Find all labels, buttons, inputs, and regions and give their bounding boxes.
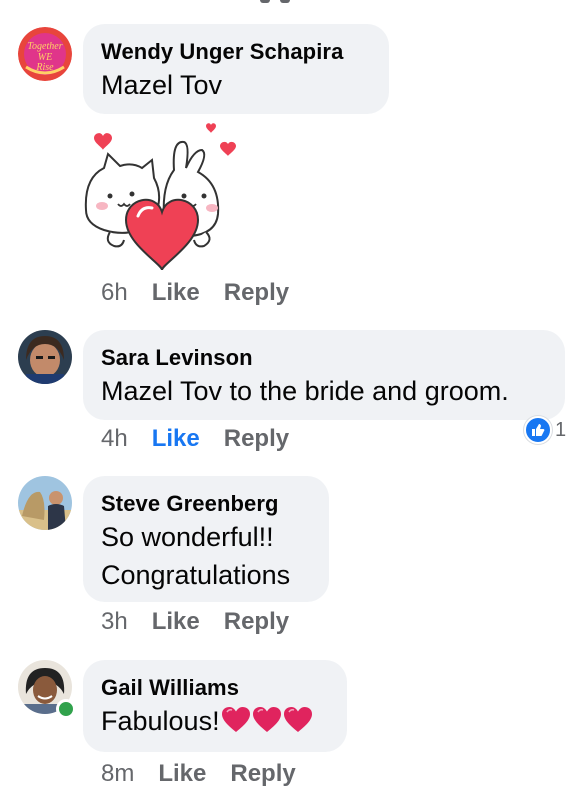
comment-text: Fabulous! (101, 702, 329, 740)
reaction-count: 1 (555, 418, 567, 441)
cat-and-bunny-sticker-icon[interactable] (80, 120, 240, 271)
comment-time[interactable]: 4h (101, 424, 128, 454)
svg-text:Rise: Rise (35, 62, 54, 73)
scroll-indicator (260, 0, 308, 4)
comment-author[interactable]: Sara Levinson (101, 344, 547, 372)
comment-text-body: Fabulous! (101, 706, 220, 736)
avatar-sara[interactable] (18, 330, 72, 384)
red-heart-emoji-icon (283, 707, 312, 732)
online-status-dot (56, 699, 76, 719)
comment-time[interactable]: 6h (101, 278, 128, 308)
reply-button[interactable]: Reply (230, 759, 295, 789)
together-we-rise-avatar-icon: Together WE Rise (18, 27, 72, 81)
thumbs-up-reaction-icon (524, 416, 552, 444)
like-button[interactable]: Like (158, 759, 206, 789)
profile-photo-icon (18, 476, 72, 530)
reaction-summary[interactable]: 1 (524, 416, 566, 444)
comment-author[interactable]: Wendy Unger Schapira (101, 38, 371, 66)
comment-bubble[interactable]: Sara Levinson Mazel Tov to the bride and… (83, 330, 565, 420)
comment-author[interactable]: Steve Greenberg (101, 490, 311, 518)
comment-text: Mazel Tov (101, 70, 223, 100)
reply-button[interactable]: Reply (224, 607, 289, 637)
comment-bubble[interactable]: Gail Williams Fabulous! (83, 660, 347, 752)
comment-actions: 4h Like Reply (101, 424, 289, 454)
comment-text-line: Congratulations (101, 560, 291, 590)
comment-text-line: So wonderful!! (101, 522, 274, 552)
comment-actions: 8m Like Reply (101, 759, 296, 789)
reply-button[interactable]: Reply (224, 424, 289, 454)
comment-text: Mazel Tov to the bride and groom. (101, 376, 509, 406)
like-button[interactable]: Like (152, 278, 200, 308)
like-button[interactable]: Like (152, 424, 200, 454)
red-heart-emoji-icon (221, 707, 250, 732)
profile-photo-icon (18, 330, 72, 384)
red-heart-emoji-icon (252, 707, 281, 732)
comment-actions: 3h Like Reply (101, 607, 289, 637)
comment-bubble[interactable]: Wendy Unger Schapira Mazel Tov (83, 24, 389, 114)
comment-time[interactable]: 3h (101, 607, 128, 637)
avatar-steve[interactable] (18, 476, 72, 530)
comment-author[interactable]: Gail Williams (101, 674, 329, 702)
reply-button[interactable]: Reply (224, 278, 289, 308)
like-button[interactable]: Like (152, 607, 200, 637)
comment-time[interactable]: 8m (101, 759, 134, 789)
svg-text:Together: Together (27, 41, 62, 52)
comment-actions: 6h Like Reply (101, 278, 289, 308)
comment-bubble[interactable]: Steve Greenberg So wonderful!! Congratul… (83, 476, 329, 602)
avatar-wendy[interactable]: Together WE Rise (18, 27, 72, 81)
